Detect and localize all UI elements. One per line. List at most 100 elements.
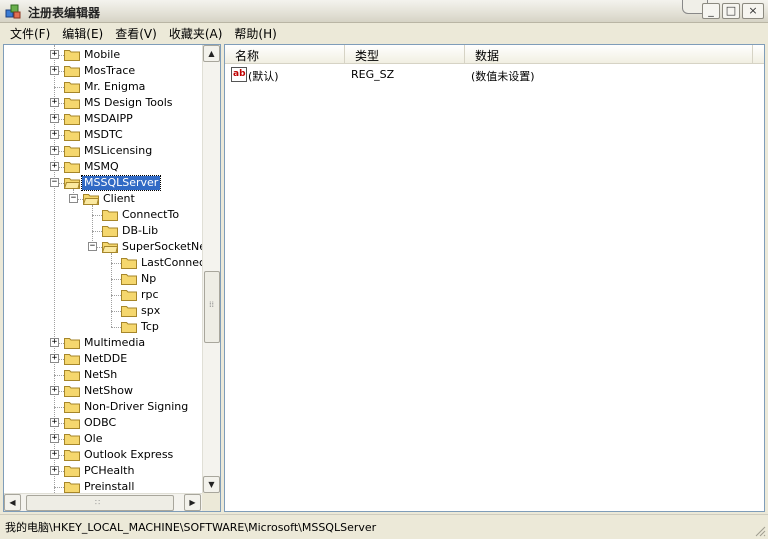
folder-icon <box>64 96 80 109</box>
expand-icon[interactable]: + <box>50 114 59 123</box>
tree-item-connectto[interactable]: ConnectTo <box>4 207 202 223</box>
expand-icon[interactable]: + <box>50 450 59 459</box>
tree-item-mr-enigma[interactable]: Mr. Enigma <box>4 79 202 95</box>
tree-item-label: MSDAIPP <box>84 112 133 125</box>
menu-help[interactable]: 帮助(H) <box>228 23 282 42</box>
folder-icon <box>64 432 80 445</box>
tree-item-non-driver-signing[interactable]: Non-Driver Signing <box>4 399 202 415</box>
tree-item-rpc[interactable]: rpc <box>4 287 202 303</box>
expand-icon[interactable]: + <box>50 354 59 363</box>
expand-icon[interactable]: + <box>50 434 59 443</box>
tree-connector-line <box>111 311 121 312</box>
expand-icon[interactable]: + <box>50 146 59 155</box>
tree-vertical-scrollbar[interactable]: ▲ ⁞⁞ ▼ <box>202 45 220 493</box>
tree-connector-line <box>92 231 102 232</box>
tree-item-odbc[interactable]: + ODBC <box>4 415 202 431</box>
collapse-icon[interactable]: − <box>69 194 78 203</box>
status-path: 我的电脑\HKEY_LOCAL_MACHINE\SOFTWARE\Microso… <box>5 521 377 534</box>
tree-horizontal-scroll-thumb[interactable]: ∷ <box>26 495 174 511</box>
tree-item-label: NetDDE <box>84 352 128 365</box>
menu-favorites[interactable]: 收藏夹(A) <box>163 23 229 42</box>
folder-icon <box>64 480 80 493</box>
tree-item-label: spx <box>141 304 161 317</box>
tree-item-mslicensing[interactable]: + MSLicensing <box>4 143 202 159</box>
expand-icon[interactable]: + <box>50 162 59 171</box>
column-header-data[interactable]: 数据 <box>465 45 753 64</box>
expand-icon[interactable]: + <box>50 130 59 139</box>
tree-horizontal-scrollbar[interactable]: ◀ ∷ ▶ <box>4 493 202 511</box>
open-folder-icon <box>63 176 81 189</box>
value-type: REG_SZ <box>351 68 395 81</box>
tree-item-netshow[interactable]: + NetShow <box>4 383 202 399</box>
expand-icon[interactable]: + <box>50 418 59 427</box>
folder-icon <box>121 256 137 269</box>
tree-item-tcp[interactable]: Tcp <box>4 319 202 335</box>
folder-icon <box>64 368 80 381</box>
menu-edit[interactable]: 编辑(E) <box>56 23 109 42</box>
column-header-name[interactable]: 名称 <box>225 45 345 64</box>
list-item[interactable]: ab (默认) REG_SZ (数值未设置) <box>225 66 764 84</box>
column-header-type[interactable]: 类型 <box>345 45 465 64</box>
expand-icon[interactable]: + <box>50 338 59 347</box>
value-data: (数值未设置) <box>471 70 535 83</box>
tree-item-label: Mr. Enigma <box>84 80 146 93</box>
tree-item-multimedia[interactable]: + Multimedia <box>4 335 202 351</box>
expand-icon[interactable]: + <box>50 386 59 395</box>
tree-item-label: LastConnect <box>141 256 202 269</box>
tree-item-label: MSSQLServer <box>80 175 162 191</box>
close-button[interactable]: × <box>742 3 764 19</box>
folder-icon <box>121 320 137 333</box>
expand-icon[interactable]: + <box>50 66 59 75</box>
registry-editor-app-icon <box>5 4 21 19</box>
open-folder-icon <box>82 192 100 205</box>
folder-icon <box>64 400 80 413</box>
folder-icon <box>64 336 80 349</box>
folder-icon <box>102 208 118 221</box>
tree-item-msdaipp[interactable]: + MSDAIPP <box>4 111 202 127</box>
menu-view[interactable]: 查看(V) <box>109 23 163 42</box>
tree-item-spx[interactable]: spx <box>4 303 202 319</box>
tree-vertical-scroll-thumb[interactable]: ⁞⁞ <box>204 271 220 343</box>
tree-item-outlook-express[interactable]: + Outlook Express <box>4 447 202 463</box>
resize-grip-icon[interactable] <box>754 525 766 537</box>
tree-item-mssqlserver[interactable]: − MSSQLServer <box>4 175 202 191</box>
menu-file[interactable]: 文件(F) <box>4 23 56 42</box>
maximize-button[interactable]: □ <box>722 3 740 19</box>
scroll-up-button[interactable]: ▲ <box>203 45 220 62</box>
tree-item-preinstall[interactable]: Preinstall <box>4 479 202 493</box>
tree-item-db-lib[interactable]: DB-Lib <box>4 223 202 239</box>
collapse-icon[interactable]: − <box>50 178 59 187</box>
tree-item-lastconnect[interactable]: LastConnect <box>4 255 202 271</box>
tree-item-label: NetShow <box>84 384 133 397</box>
tree-item-netsh[interactable]: NetSh <box>4 367 202 383</box>
tree-item-mobile[interactable]: + Mobile <box>4 47 202 63</box>
minimize-button[interactable]: _ <box>702 3 720 19</box>
tree-connector-line <box>111 295 121 296</box>
scroll-right-button[interactable]: ▶ <box>184 494 201 511</box>
expand-icon[interactable]: + <box>50 50 59 59</box>
tree-item-msdtc[interactable]: + MSDTC <box>4 127 202 143</box>
tree-item-ole[interactable]: + Ole <box>4 431 202 447</box>
tree-item-mostrace[interactable]: + MosTrace <box>4 63 202 79</box>
collapse-icon[interactable]: − <box>88 242 97 251</box>
tree-item-ms-design-tools[interactable]: + MS Design Tools <box>4 95 202 111</box>
folder-icon <box>64 416 80 429</box>
list-header: 名称 类型 数据 <box>225 45 764 64</box>
tree-item-label: MSMQ <box>84 160 119 173</box>
expand-icon[interactable]: + <box>50 466 59 475</box>
title-bar[interactable]: 注册表编辑器 _ □ × <box>0 0 768 23</box>
tree-item-msmq[interactable]: + MSMQ <box>4 159 202 175</box>
scroll-down-button[interactable]: ▼ <box>203 476 220 493</box>
tree-item-client[interactable]: − Client <box>4 191 202 207</box>
tree-item-label: MSDTC <box>84 128 123 141</box>
expand-icon[interactable]: + <box>50 98 59 107</box>
registry-tree[interactable]: + Mobile + MosTrace Mr. Enigma + MS Design Too… <box>4 45 202 493</box>
scroll-left-button[interactable]: ◀ <box>4 494 21 511</box>
tree-item-np[interactable]: Np <box>4 271 202 287</box>
tree-connector-line <box>54 407 64 408</box>
tree-item-supersocketnetl[interactable]: − SuperSocketNetL <box>4 239 202 255</box>
tree-item-netdde[interactable]: + NetDDE <box>4 351 202 367</box>
tree-item-label: PCHealth <box>84 464 135 477</box>
tree-connector-line <box>54 487 64 488</box>
tree-item-pchealth[interactable]: + PCHealth <box>4 463 202 479</box>
